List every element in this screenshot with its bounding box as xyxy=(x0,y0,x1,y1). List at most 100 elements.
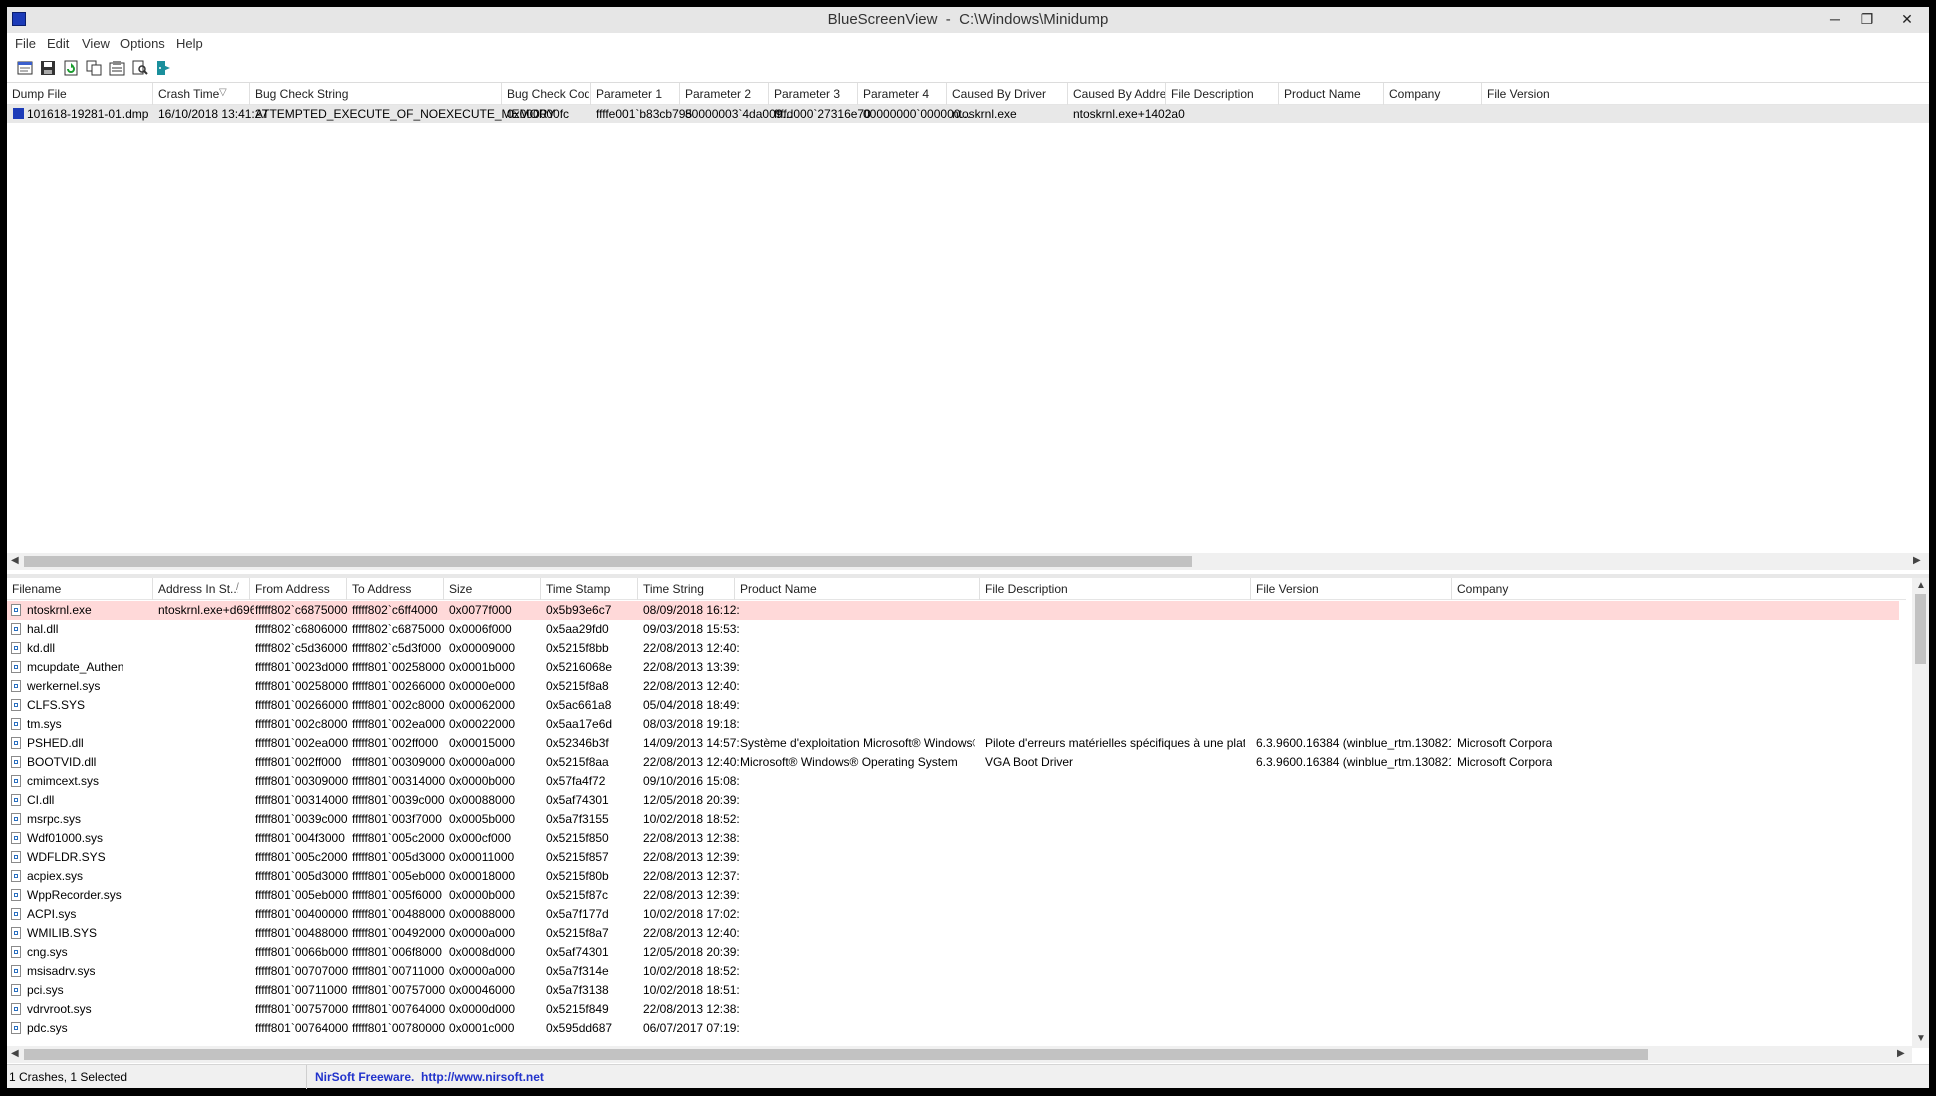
table-row[interactable]: WppRecorder.sys fffff801`005eb000 fffff801… xyxy=(7,886,1899,905)
scroll-left-icon[interactable]: ◀ xyxy=(11,555,19,566)
col-module-file-version[interactable]: File Version xyxy=(1256,582,1446,596)
col-parameter-2[interactable]: Parameter 2 xyxy=(685,87,767,101)
module-filename: acpiex.sys xyxy=(27,869,84,883)
col-dump-file[interactable]: Dump File xyxy=(12,87,152,101)
table-row[interactable]: Wdf01000.sys fffff801`004f3000 fffff801`00… xyxy=(7,829,1899,848)
nirsoft-link[interactable]: NirSoft Freeware. http://www.nirsoft.net xyxy=(315,1070,544,1084)
module-size: 0x0000a000 xyxy=(449,755,516,769)
col-parameter-3[interactable]: Parameter 3 xyxy=(774,87,856,101)
module-list-hscrollbar[interactable]: ◀ ▶ xyxy=(7,1046,1912,1063)
close-button[interactable]: ✕ xyxy=(1892,9,1922,29)
table-row[interactable]: acpiex.sys fffff801`005d3000 fffff801`005e… xyxy=(7,867,1899,886)
menu-file[interactable]: File xyxy=(15,36,36,51)
exit-icon[interactable] xyxy=(155,60,171,76)
table-row[interactable]: pci.sys fffff801`00711000 fffff801`0075700… xyxy=(7,981,1899,1000)
col-filename[interactable]: Filename xyxy=(12,582,152,596)
table-row[interactable]: PSHED.dll fffff801`002ea000 fffff801`002ff… xyxy=(7,734,1899,753)
scroll-up-icon[interactable]: ▲ xyxy=(1916,580,1926,591)
module-from-address: fffff801`00314000 xyxy=(255,793,349,807)
module-time-stamp: 0x5a7f3138 xyxy=(546,983,609,997)
col-caused-by-address[interactable]: Caused By Address xyxy=(1073,87,1165,101)
html-report-icon[interactable] xyxy=(17,60,33,76)
module-time-stamp: 0x5a7f3155 xyxy=(546,812,609,826)
col-time-string[interactable]: Time String xyxy=(643,582,733,596)
module-filename: vdrvroot.sys xyxy=(27,1002,92,1016)
module-list-vscrollbar[interactable]: ▲ ▼ xyxy=(1912,578,1929,1048)
table-row[interactable]: tm.sys fffff801`002c8000 fffff801`002ea000… xyxy=(7,715,1899,734)
table-row[interactable]: pdc.sys fffff801`00764000 fffff801`0078000… xyxy=(7,1019,1899,1038)
crash-list-hscrollbar[interactable]: ◀ ▶ xyxy=(7,553,1929,570)
col-bug-check-code[interactable]: Bug Check Code xyxy=(507,87,589,101)
module-to-address: fffff802`c5d3f000 xyxy=(352,641,442,655)
module-to-address: fffff801`00780000 xyxy=(352,1021,446,1035)
table-row[interactable]: cmimcext.sys fffff801`00309000 fffff801`00… xyxy=(7,772,1899,791)
table-row[interactable]: mcupdate_AuthenticAMD.dll fffff801`0023d0… xyxy=(7,658,1899,677)
module-list-vscroll-thumb[interactable] xyxy=(1915,594,1926,664)
col-time-stamp[interactable]: Time Stamp xyxy=(546,582,636,596)
menu-help[interactable]: Help xyxy=(176,36,203,51)
crash-row-selected[interactable]: 101618-19281-01.dmp 16/10/2018 13:41:27 … xyxy=(7,105,1929,123)
module-filename: ntoskrnl.exe xyxy=(27,603,92,617)
col-from-address[interactable]: From Address xyxy=(255,582,365,596)
module-to-address: fffff801`00764000 xyxy=(352,1002,446,1016)
scroll-right-icon[interactable]: ▶ xyxy=(1913,555,1921,566)
module-file-icon xyxy=(11,642,21,654)
col-module-company[interactable]: Company xyxy=(1457,582,1547,596)
module-file-icon xyxy=(11,1022,21,1034)
module-list-hscroll-thumb[interactable] xyxy=(24,1049,1648,1060)
col-module-product-name[interactable]: Product Name xyxy=(740,582,980,596)
restore-button[interactable]: ❐ xyxy=(1852,9,1882,29)
table-row[interactable]: ntoskrnl.exe ntoskrnl.exe+d696c fffff802`c… xyxy=(7,601,1899,620)
module-time-string: 22/08/2013 12:40:26 xyxy=(643,755,739,769)
col-company[interactable]: Company xyxy=(1389,87,1479,101)
module-to-address: fffff801`002c8000 xyxy=(352,698,445,712)
module-from-address: fffff802`c6875000 xyxy=(255,603,348,617)
table-row[interactable]: WDFLDR.SYS fffff801`005c2000 fffff801`005d… xyxy=(7,848,1899,867)
table-row[interactable]: msisadrv.sys fffff801`00707000 fffff801`00… xyxy=(7,962,1899,981)
table-row[interactable]: CLFS.SYS fffff801`00266000 fffff801`002c80… xyxy=(7,696,1899,715)
table-row[interactable]: CI.dll fffff801`00314000 fffff801`0039c000… xyxy=(7,791,1899,810)
module-to-address: fffff801`00711000 xyxy=(352,964,445,978)
properties-icon[interactable] xyxy=(109,60,125,76)
refresh-icon[interactable] xyxy=(63,60,79,76)
col-module-file-description[interactable]: File Description xyxy=(985,582,1245,596)
module-time-string: 10/02/2018 17:02:05 xyxy=(643,907,739,921)
title-bar[interactable]: BlueScreenView - C:\Windows\Minidump ─ ❐… xyxy=(7,7,1929,33)
module-file-icon xyxy=(11,756,21,768)
col-bug-check-string[interactable]: Bug Check String xyxy=(255,87,500,101)
copy-icon[interactable] xyxy=(86,60,102,76)
save-icon[interactable] xyxy=(40,60,56,76)
col-address-in-stack[interactable]: Address In St... xyxy=(158,582,238,596)
module-file-icon xyxy=(11,870,21,882)
module-from-address: fffff801`002ff000 xyxy=(255,755,342,769)
table-row[interactable]: hal.dll fffff802`c6806000 fffff802`c687500… xyxy=(7,620,1899,639)
table-row[interactable]: BOOTVID.dll fffff801`002ff000 fffff801`003… xyxy=(7,753,1899,772)
col-file-description[interactable]: File Description xyxy=(1171,87,1277,101)
menu-options[interactable]: Options xyxy=(120,36,165,51)
module-file-icon xyxy=(11,813,21,825)
menu-view[interactable]: View xyxy=(82,36,110,51)
table-row[interactable]: vdrvroot.sys fffff801`00757000 fffff801`00… xyxy=(7,1000,1899,1019)
col-caused-by-driver[interactable]: Caused By Driver xyxy=(952,87,1064,101)
col-product-name[interactable]: Product Name xyxy=(1284,87,1382,101)
col-parameter-4[interactable]: Parameter 4 xyxy=(863,87,945,101)
menu-edit[interactable]: Edit xyxy=(47,36,69,51)
table-row[interactable]: ACPI.sys fffff801`00400000 fffff801`004880… xyxy=(7,905,1899,924)
table-row[interactable]: cng.sys fffff801`0066b000 fffff801`006f800… xyxy=(7,943,1899,962)
module-to-address: fffff801`00314000 xyxy=(352,774,446,788)
crash-list-hscroll-thumb[interactable] xyxy=(24,556,1192,567)
col-to-address[interactable]: To Address xyxy=(352,582,442,596)
scroll-right-icon-2[interactable]: ▶ xyxy=(1897,1048,1905,1059)
module-size: 0x0001c000 xyxy=(449,1021,515,1035)
table-row[interactable]: kd.dll fffff802`c5d36000 fffff802`c5d3f000… xyxy=(7,639,1899,658)
find-icon[interactable] xyxy=(132,60,148,76)
table-row[interactable]: WMILIB.SYS fffff801`00488000 fffff801`0049… xyxy=(7,924,1899,943)
table-row[interactable]: werkernel.sys fffff801`00258000 fffff801`0… xyxy=(7,677,1899,696)
scroll-down-icon[interactable]: ▼ xyxy=(1916,1033,1926,1044)
col-file-version[interactable]: File Version xyxy=(1487,87,1567,101)
col-parameter-1[interactable]: Parameter 1 xyxy=(596,87,678,101)
scroll-left-icon-2[interactable]: ◀ xyxy=(11,1048,19,1059)
table-row[interactable]: msrpc.sys fffff801`0039c000 fffff801`003f7… xyxy=(7,810,1899,829)
minimize-button[interactable]: ─ xyxy=(1820,9,1850,29)
col-size[interactable]: Size xyxy=(449,582,539,596)
